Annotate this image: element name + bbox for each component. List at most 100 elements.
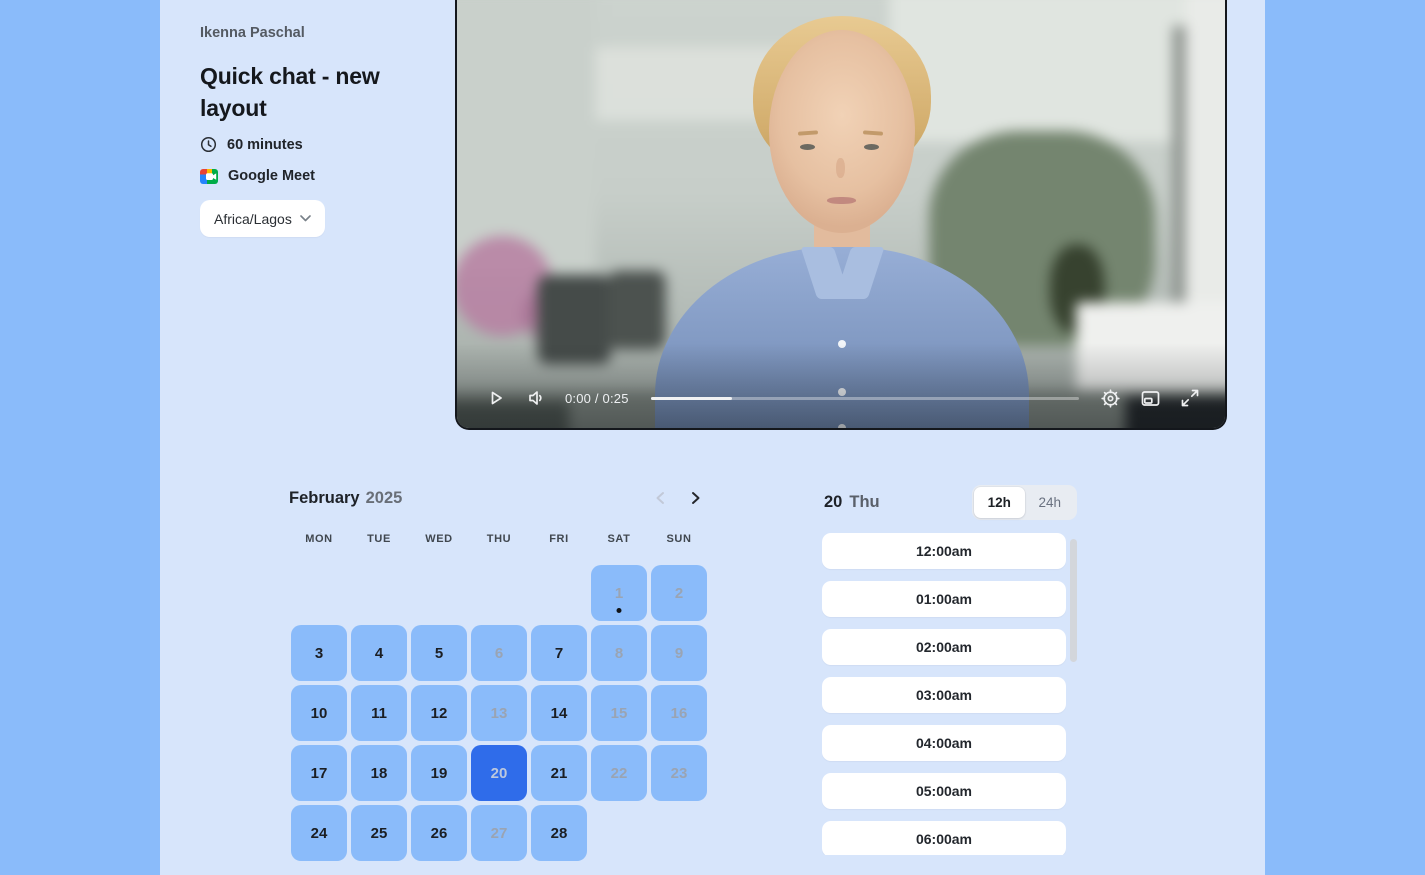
day-number: 5 (435, 645, 443, 662)
today-dot (617, 608, 622, 613)
calendar-day-24[interactable]: 24 (291, 805, 347, 861)
time-format-toggle: 12h 24h (972, 485, 1077, 520)
calendar-day-7[interactable]: 7 (531, 625, 587, 681)
calendar-day-12[interactable]: 12 (411, 685, 467, 741)
day-number: 11 (371, 705, 387, 722)
calendar-day-5[interactable]: 5 (411, 625, 467, 681)
time-slot-button[interactable]: 06:00am (822, 821, 1066, 855)
day-number: 6 (495, 645, 503, 662)
settings-gear-icon[interactable] (1097, 385, 1123, 411)
format-12h-button[interactable]: 12h (974, 487, 1025, 518)
weekday-label: THU (471, 530, 527, 548)
calendar-day-13: 13 (471, 685, 527, 741)
time-slot-button[interactable]: 03:00am (822, 677, 1066, 713)
event-location: Google Meet (200, 168, 315, 184)
time-slot-button[interactable]: 12:00am (822, 533, 1066, 569)
calendar-day-grid: 1234567891011121314151617181920212223242… (291, 565, 707, 861)
day-number: 13 (491, 705, 508, 722)
day-number: 27 (491, 825, 508, 842)
calendar-month-label: February (289, 489, 360, 508)
calendar-day-3[interactable]: 3 (291, 625, 347, 681)
time-slot-list: 12:00am 01:00am 02:00am 03:00am 04:00am 05:00… (822, 533, 1066, 855)
day-number: 23 (671, 765, 688, 782)
calendar-day-20[interactable]: 20 (471, 745, 527, 801)
video-player: 0:00 / 0:25 (455, 0, 1227, 430)
calendar-day-26[interactable]: 26 (411, 805, 467, 861)
calendar-day-11[interactable]: 11 (351, 685, 407, 741)
weekday-header-row: MONTUEWEDTHUFRISATSUN (291, 530, 707, 548)
host-name: Ikenna Paschal (200, 25, 305, 41)
selected-day-number: 20 (824, 493, 842, 512)
weekday-label: TUE (351, 530, 407, 548)
calendar-day-19[interactable]: 19 (411, 745, 467, 801)
day-number: 20 (491, 765, 508, 782)
weekday-label: FRI (531, 530, 587, 548)
slot-scrollbar-thumb[interactable] (1070, 539, 1077, 662)
chevron-down-icon (300, 215, 311, 222)
selected-day-name: Thu (849, 493, 879, 512)
weekday-label: SUN (651, 530, 707, 548)
time-slot-button[interactable]: 05:00am (822, 773, 1066, 809)
calendar-day-1: 1 (591, 565, 647, 621)
play-button[interactable] (483, 385, 509, 411)
day-number: 16 (671, 705, 688, 722)
calendar-day-25[interactable]: 25 (351, 805, 407, 861)
day-number: 1 (615, 585, 623, 602)
calendar-day-10[interactable]: 10 (291, 685, 347, 741)
weekday-label: WED (411, 530, 467, 548)
day-number: 4 (375, 645, 383, 662)
calendar-day-17[interactable]: 17 (291, 745, 347, 801)
day-number: 24 (311, 825, 328, 842)
day-number: 21 (551, 765, 568, 782)
time-slot-button[interactable]: 02:00am (822, 629, 1066, 665)
weekday-label: MON (291, 530, 347, 548)
clock-icon (200, 136, 217, 153)
day-number: 19 (431, 765, 448, 782)
event-title: Quick chat - new layout (200, 60, 405, 124)
day-number: 18 (371, 765, 388, 782)
picture-in-picture-icon[interactable] (1137, 385, 1163, 411)
video-time-display: 0:00 / 0:25 (565, 391, 629, 406)
format-24h-button[interactable]: 24h (1025, 487, 1076, 518)
calendar-day-18[interactable]: 18 (351, 745, 407, 801)
google-meet-icon (200, 169, 218, 184)
location-label: Google Meet (228, 168, 315, 184)
event-duration: 60 minutes (200, 136, 303, 153)
calendar-day-15: 15 (591, 685, 647, 741)
day-number: 14 (551, 705, 568, 722)
volume-button[interactable] (523, 385, 549, 411)
booking-page: Ikenna Paschal Quick chat - new layout 6… (0, 0, 1425, 875)
day-number: 22 (611, 765, 628, 782)
calendar-year-label: 2025 (366, 489, 403, 508)
video-progress-played (651, 397, 732, 400)
next-month-button[interactable] (683, 486, 707, 510)
calendar-day-21[interactable]: 21 (531, 745, 587, 801)
calendar-day-27: 27 (471, 805, 527, 861)
calendar-day-23: 23 (651, 745, 707, 801)
calendar-header: February 2025 (289, 486, 707, 510)
calendar-day-16: 16 (651, 685, 707, 741)
calendar-day-2: 2 (651, 565, 707, 621)
day-number: 3 (315, 645, 323, 662)
day-number: 28 (551, 825, 568, 842)
day-number: 10 (311, 705, 328, 722)
day-number: 25 (371, 825, 388, 842)
calendar-day-8: 8 (591, 625, 647, 681)
timezone-value: Africa/Lagos (214, 211, 292, 227)
time-slot-button[interactable]: 04:00am (822, 725, 1066, 761)
calendar-day-22: 22 (591, 745, 647, 801)
day-number: 15 (611, 705, 628, 722)
day-number: 2 (675, 585, 683, 602)
day-number: 7 (555, 645, 563, 662)
selected-date-header: 20 Thu (824, 493, 880, 512)
timezone-selector[interactable]: Africa/Lagos (200, 200, 325, 237)
calendar-day-14[interactable]: 14 (531, 685, 587, 741)
fullscreen-icon[interactable] (1177, 385, 1203, 411)
calendar-day-28[interactable]: 28 (531, 805, 587, 861)
day-number: 12 (431, 705, 448, 722)
calendar-day-4[interactable]: 4 (351, 625, 407, 681)
video-progress-bar[interactable] (651, 397, 1079, 400)
time-slot-button[interactable]: 01:00am (822, 581, 1066, 617)
day-number: 26 (431, 825, 448, 842)
video-controls: 0:00 / 0:25 (457, 368, 1225, 428)
